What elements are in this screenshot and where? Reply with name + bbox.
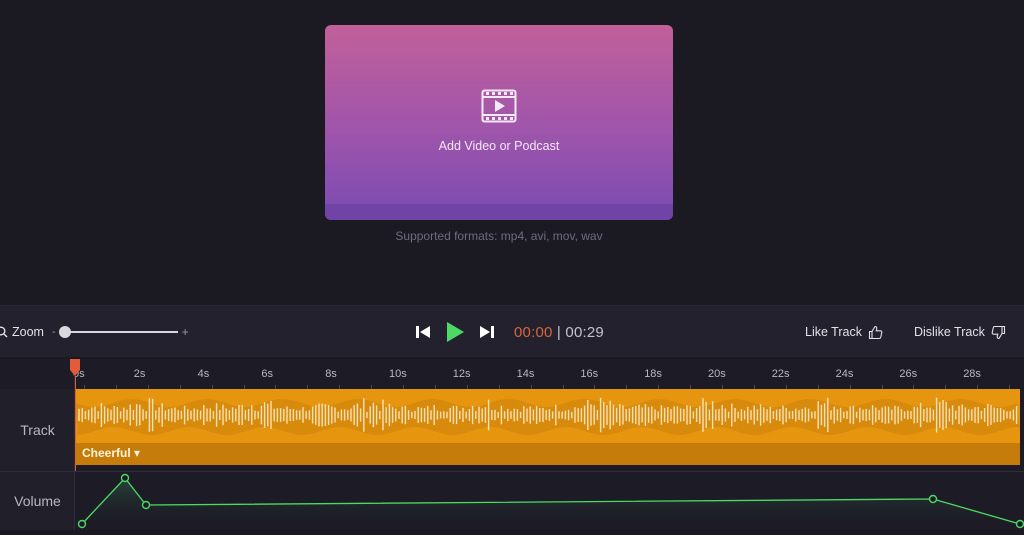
volume-row-label: Volume xyxy=(0,472,75,530)
zoom-slider-rail xyxy=(59,331,178,333)
zoom-slider-knob[interactable] xyxy=(58,326,71,338)
thumbs-down-icon xyxy=(991,325,1005,339)
zoom-control: Zoom - + xyxy=(0,322,189,342)
music-clip[interactable]: Cheerful ▾ xyxy=(75,389,1020,465)
ruler-tick-label: 22s xyxy=(771,368,790,380)
preview-area: Add Video or Podcast Supported formats: … xyxy=(0,0,1024,303)
skip-forward-button[interactable] xyxy=(476,321,498,343)
ruler-tick-label: 16s xyxy=(580,368,599,380)
zoom-label: Zoom xyxy=(12,325,44,339)
ruler-tick-label: 2s xyxy=(133,368,146,380)
volume-point[interactable] xyxy=(77,519,87,529)
time-display: 00:00 | 00:29 xyxy=(514,324,604,341)
zoom-in-button[interactable]: + xyxy=(182,325,189,339)
volume-point[interactable] xyxy=(120,473,130,483)
zoom-out-button[interactable]: - xyxy=(52,326,56,338)
supported-formats-text: Supported formats: mp4, avi, mov, wav xyxy=(395,229,603,243)
volume-point[interactable] xyxy=(1015,519,1024,529)
total-time: 00:29 xyxy=(565,323,604,341)
play-icon xyxy=(447,322,464,342)
video-film-icon xyxy=(481,89,517,123)
volume-envelope[interactable] xyxy=(75,472,1024,530)
ruler-tick-label: 14s xyxy=(516,368,535,380)
ruler-tick-label: 6s xyxy=(261,368,274,380)
waveform xyxy=(75,397,1020,435)
ruler-tick-label: 18s xyxy=(644,368,662,380)
transport-controls: 00:00 | 00:29 xyxy=(412,319,604,345)
track-row-label: Track xyxy=(0,389,75,471)
like-track-label: Like Track xyxy=(805,325,862,339)
chevron-down-icon: ▾ xyxy=(134,446,141,460)
add-media-label: Add Video or Podcast xyxy=(438,139,560,153)
ruler-tick-label: 26s xyxy=(899,368,918,380)
dislike-track-button[interactable]: Dislike Track xyxy=(914,322,1006,342)
volume-lane[interactable] xyxy=(75,472,1024,530)
skip-back-icon xyxy=(416,326,430,338)
skip-forward-icon xyxy=(480,326,494,338)
playhead-line xyxy=(75,376,76,471)
dropzone-footer xyxy=(325,204,673,220)
zoom-slider[interactable] xyxy=(58,325,178,339)
ruler-tick-label: 10s xyxy=(389,368,407,380)
playhead-handle[interactable] xyxy=(69,358,81,378)
mood-label: Cheerful xyxy=(82,446,131,460)
dislike-track-label: Dislike Track xyxy=(914,325,985,339)
ruler-tick-label: 4s xyxy=(197,368,210,380)
ruler-tick-label: 20s xyxy=(708,368,726,380)
timeline-ruler[interactable]: 0s 2s 4s 6s 8s 10s 12s 14s 16s 18s 20s 22s 24s 26s 28s xyxy=(0,359,1024,389)
current-time: 00:00 xyxy=(514,323,553,341)
play-button[interactable] xyxy=(444,321,466,343)
mood-dropdown[interactable]: Cheerful ▾ xyxy=(82,446,140,460)
like-track-button[interactable]: Like Track xyxy=(805,322,883,342)
skip-back-button[interactable] xyxy=(412,321,434,343)
volume-point[interactable] xyxy=(141,500,151,510)
search-icon xyxy=(0,326,8,338)
thumbs-up-icon xyxy=(868,325,883,339)
add-media-dropzone[interactable]: Add Video or Podcast xyxy=(325,25,673,220)
ruler-tick-label: 28s xyxy=(963,368,981,380)
ruler-tick-label: 12s xyxy=(452,368,471,380)
volume-point[interactable] xyxy=(928,494,938,504)
ruler-tick-label: 8s xyxy=(325,368,337,380)
player-toolbar: Zoom - + 00:00 | 00:29 Like Track Dislik… xyxy=(0,305,1024,357)
time-separator: | xyxy=(556,323,562,341)
track-lane: Cheerful ▾ xyxy=(75,389,1024,471)
ruler-tick-label: 24s xyxy=(835,368,854,380)
